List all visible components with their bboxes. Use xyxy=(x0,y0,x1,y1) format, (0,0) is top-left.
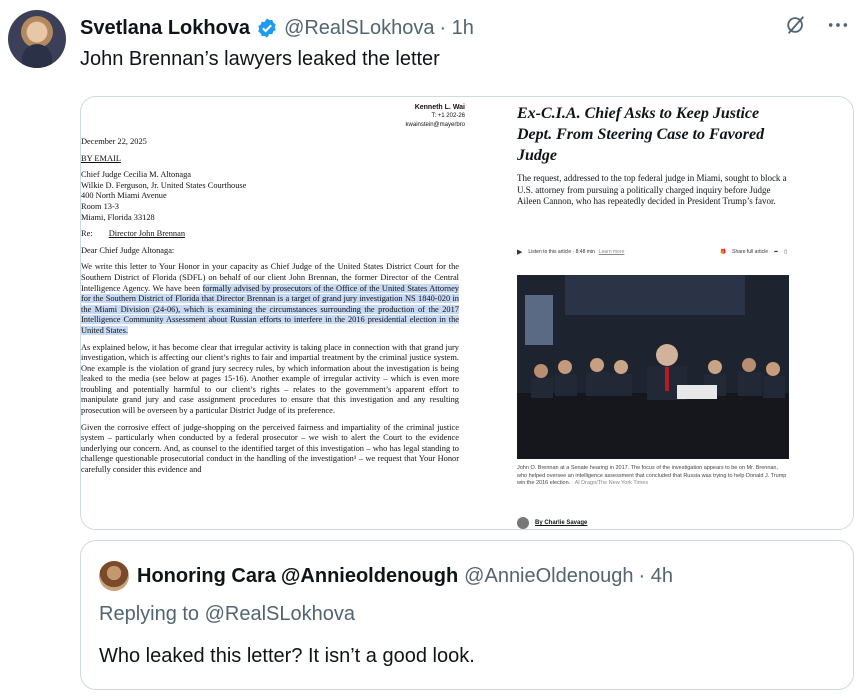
verified-badge-icon xyxy=(258,18,276,38)
replying-to: Replying to @RealSLokhova xyxy=(99,603,355,626)
letter-body: December 22, 2025 BY EMAIL Chief Judge C… xyxy=(81,137,459,482)
quoted-author-name-handle[interactable]: @Annieoldenough xyxy=(281,565,458,588)
article-dek: The request, addressed to the top federa… xyxy=(517,173,787,206)
play-icon: ▶ xyxy=(517,249,523,256)
caption-text: John O. Brennan at a Senate hearing in 2… xyxy=(517,465,787,486)
quoted-tweet[interactable]: Honoring Cara @Annieoldenough @AnnieOlde… xyxy=(80,540,854,690)
tweet-time[interactable]: · 1h xyxy=(439,17,473,40)
letter-letterhead: Kenneth L. Wai T: +1 202-26 kwainstein@m… xyxy=(406,103,465,130)
author-avatar-icon xyxy=(517,517,529,529)
quoted-tweet-time[interactable]: · 4h xyxy=(639,565,673,588)
article-headline: Ex-C.I.A. Chief Asks to Keep Justice Dep… xyxy=(517,105,765,164)
letter-address: Chief Judge Cecilia M. Altonaga Wilkie D… xyxy=(81,170,459,223)
quoted-tweet-header: Honoring Cara @Annieoldenough @AnnieOlde… xyxy=(99,561,673,591)
letter-image[interactable]: Kenneth L. Wai T: +1 202-26 kwainstein@m… xyxy=(81,97,473,529)
quoted-tweet-text: Who leaked this letter? It isn’t a good … xyxy=(99,645,475,667)
tweet-header: Svetlana Lokhova @RealSLokhova · 1h xyxy=(80,14,474,42)
article-image[interactable]: Ex-C.I.A. Chief Asks to Keep Justice Dep… xyxy=(485,97,853,529)
author-handle[interactable]: @RealSLokhova xyxy=(284,17,434,40)
listen-label: Listen to this article · 8:48 min xyxy=(528,249,595,255)
address-line: Chief Judge Cecilia M. Altonaga xyxy=(81,170,192,180)
tweet-text: John Brennan’s lawyers leaked the letter xyxy=(80,48,440,70)
letter-paragraph-2: As explained below, it has become clear … xyxy=(81,342,459,416)
article-byline: By Charlie Savage xyxy=(517,517,587,529)
letter-paragraph-1: We write this letter to Your Honor in yo… xyxy=(81,262,459,336)
address-line: Wilkie D. Ferguson, Jr. United States Co… xyxy=(81,180,247,190)
letter-paragraph-3: Given the corrosive effect of judge-shop… xyxy=(81,422,459,475)
re-label: Re: xyxy=(81,229,93,239)
more-icon[interactable] xyxy=(827,14,849,36)
tweet-actions-top xyxy=(785,14,849,36)
address-line: Room 13-3 xyxy=(81,201,119,211)
letter-by-email: BY EMAIL xyxy=(81,153,121,163)
share-full-article: Share full article xyxy=(732,249,769,255)
gift-icon: 🎁 xyxy=(719,249,727,255)
bookmark-icon: ▯ xyxy=(784,249,787,255)
quoted-author-handle[interactable]: @AnnieOldenough xyxy=(464,565,633,588)
letter-firm-email: kwainstein@mayerbro xyxy=(405,122,465,128)
author-avatar[interactable] xyxy=(8,10,66,68)
byline-text: By Charlie Savage xyxy=(535,520,588,526)
replying-label: Replying to xyxy=(99,603,200,625)
tweet-media[interactable]: Kenneth L. Wai T: +1 202-26 kwainstein@m… xyxy=(80,96,854,530)
letter-re: Re: Director John Brennan xyxy=(81,229,459,240)
learn-more-link: Learn more xyxy=(598,249,625,255)
re-value: Director John Brennan xyxy=(108,229,186,239)
hearing-photo xyxy=(517,275,789,459)
quoted-author-avatar[interactable] xyxy=(99,561,129,591)
replying-to-handle[interactable]: @RealSLokhova xyxy=(205,603,355,625)
letter-date: December 22, 2025 xyxy=(81,137,147,146)
letter-firm-name: Kenneth L. Wai xyxy=(414,104,465,111)
letter-firm-phone: T: +1 202-26 xyxy=(431,113,465,119)
author-name[interactable]: Svetlana Lokhova xyxy=(80,17,250,40)
letter-salutation: Dear Chief Judge Altonaga: xyxy=(81,245,175,255)
quoted-author-name[interactable]: Honoring Cara xyxy=(137,565,276,588)
address-line: 400 North Miami Avenue xyxy=(81,191,167,201)
article-toolbar: ▶ Listen to this article · 8:48 min Lear… xyxy=(517,245,787,259)
article-photo xyxy=(517,275,789,459)
photo-caption: John O. Brennan at a Senate hearing in 2… xyxy=(517,465,789,488)
address-line: Miami, Florida 33128 xyxy=(81,212,155,222)
grok-icon[interactable] xyxy=(785,14,807,36)
photo-credit: Al Drago/The New York Times xyxy=(574,480,649,486)
share-icon: ➦ xyxy=(774,249,779,255)
